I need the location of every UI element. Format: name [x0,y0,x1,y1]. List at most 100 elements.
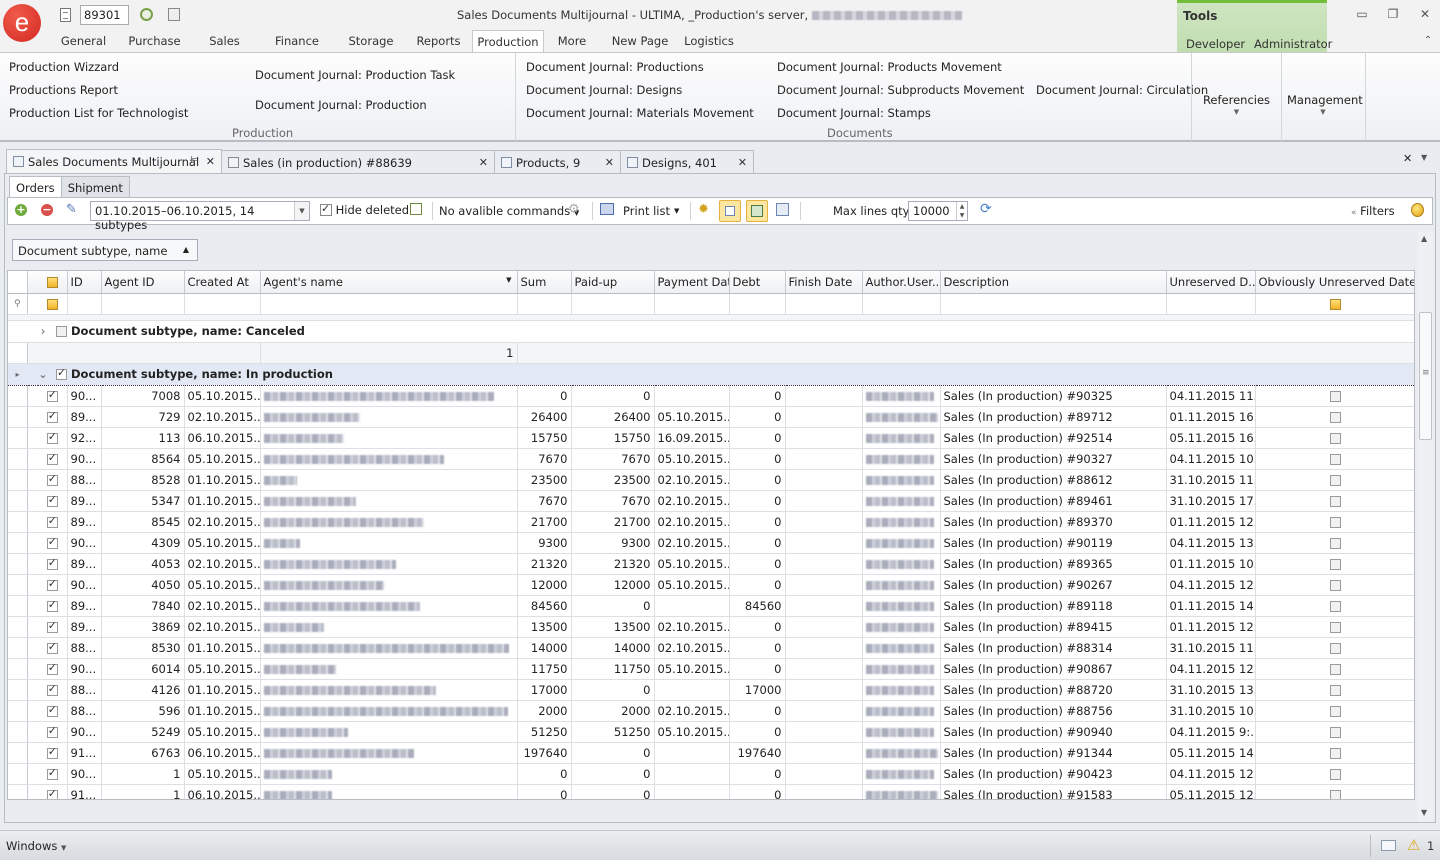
cell-obviously-unreserved[interactable] [1255,406,1414,428]
row-select-checkbox[interactable] [38,532,68,554]
cell-obviously-unreserved[interactable] [1255,532,1414,554]
scroll-down-icon[interactable]: ▼ [1421,808,1427,817]
row-select-checkbox[interactable] [38,448,68,470]
cell-obviously-unreserved[interactable] [1255,637,1414,659]
group-checkbox[interactable] [56,366,67,380]
filter-cell-description[interactable] [940,293,1167,315]
column-header-agents-name[interactable]: Agent's name ▼ [260,271,518,294]
column-header-created-at[interactable]: Created At [184,271,261,294]
table-row[interactable]: 91...676306.10.2015...1976400197640Sales… [8,742,1414,764]
referencies-dropdown[interactable]: Referencies ▼ [1199,93,1274,117]
spin-buttons[interactable]: ▲ ▼ [956,202,967,220]
filter-cell-paid[interactable] [571,293,655,315]
restore-icon[interactable]: ❐ [1386,7,1400,21]
table-row[interactable]: 90...105.10.2015...000Sales (In producti… [8,763,1414,785]
tabs-menu-icon[interactable]: ▼ [1421,153,1427,162]
group-checkbox[interactable] [56,326,67,337]
filter-cell-name[interactable] [260,293,518,315]
history-icon[interactable] [140,8,153,21]
expand-chevron-icon[interactable]: › [30,324,56,338]
select-all-checkbox[interactable] [38,271,68,294]
warning-icon[interactable]: ⚠ [1407,836,1420,854]
row-select-checkbox[interactable] [38,616,68,638]
menu-tab-logistics[interactable]: Logistics [680,30,738,52]
column-header-sum[interactable]: Sum [517,271,572,294]
row-select-checkbox[interactable] [38,679,68,701]
close-all-tabs-icon[interactable]: ✕ [1403,152,1412,165]
close-tab-icon[interactable]: ✕ [206,155,215,168]
print-dropdown-icon[interactable]: ▼ [674,207,679,215]
copy-windows-icon[interactable] [410,203,422,215]
cell-obviously-unreserved[interactable] [1255,553,1414,575]
filter-dropdown-icon[interactable]: ▼ [506,276,511,284]
row-select-checkbox[interactable] [38,721,68,743]
group-by-tag[interactable]: Document subtype, name ▲ [12,239,198,261]
status-bulb-icon[interactable] [1411,203,1424,217]
doc-tab-products[interactable]: Products, 9 ✕ [494,150,621,174]
cell-obviously-unreserved[interactable] [1255,721,1414,743]
column-header-unreserved-date[interactable]: Unreserved D... [1166,271,1256,294]
table-row[interactable]: 89...405302.10.2015...213202132005.10.20… [8,553,1414,575]
journal-production-link[interactable]: Document Journal: Production [255,98,427,112]
table-row[interactable]: 88...59601.10.2015...2000200002.10.2015.… [8,700,1414,722]
management-dropdown[interactable]: Management ▼ [1287,93,1363,117]
doc-tab-designs[interactable]: Designs, 401 ✕ [620,150,754,174]
cell-obviously-unreserved[interactable] [1255,742,1414,764]
column-header-obviously-unreserved-date[interactable]: Obviously Unreserved Date [1255,271,1414,294]
menu-tab-more[interactable]: More [544,30,600,52]
table-row[interactable]: 89...534701.10.2015...7670767002.10.2015… [8,490,1414,512]
row-select-checkbox[interactable] [38,574,68,596]
table-row[interactable]: 89...386902.10.2015...135001350002.10.20… [8,616,1414,638]
cell-obviously-unreserved[interactable] [1255,595,1414,617]
row-select-checkbox[interactable] [38,469,68,491]
group-row-in-production[interactable]: ▸ ⌄ Document subtype, name: In productio… [8,362,1414,386]
edit-pencil-icon[interactable]: ✎ [66,202,77,217]
print-list-button[interactable]: Print list [623,204,670,218]
filter-cell-payment-date[interactable] [654,293,730,315]
scroll-up-icon[interactable]: ▲ [1421,234,1427,243]
cell-obviously-unreserved[interactable] [1255,427,1414,449]
menu-tab-storage[interactable]: Storage [337,30,405,52]
filter-cell-obviously-unreserved[interactable] [1255,293,1414,315]
group-row-canceled[interactable]: › Document subtype, name: Canceled [8,320,1414,343]
row-select-checkbox[interactable] [38,784,68,799]
filter-cell-author[interactable] [862,293,941,315]
windows-menu[interactable]: Windows ▼ [6,839,66,853]
hide-deleted-checkbox[interactable]: Hide deleted [320,202,409,217]
menu-tab-sales[interactable]: Sales [192,30,257,52]
filter-cell-debt[interactable] [729,293,786,315]
doc-tab-multijournal[interactable]: Sales Documents Multijournal ⊨ ✕ [6,149,222,174]
cell-obviously-unreserved[interactable] [1255,679,1414,701]
close-tab-icon[interactable]: ✕ [479,156,488,169]
fit-columns-toggle[interactable] [746,200,768,222]
cell-obviously-unreserved[interactable] [1255,490,1414,512]
max-lines-input[interactable]: 10000 ▲ ▼ [908,201,968,221]
grid-view-toggle[interactable] [719,200,741,222]
layout-icon[interactable] [168,8,180,21]
column-header-agent-id[interactable]: Agent ID [101,271,185,294]
cell-obviously-unreserved[interactable] [1255,658,1414,680]
productions-report-link[interactable]: Productions Report [9,83,118,97]
table-row[interactable]: 88...853001.10.2015...140001400002.10.20… [8,637,1414,659]
filter-checkbox[interactable] [38,293,68,315]
table-row[interactable]: 90...405005.10.2015...120001200005.10.20… [8,574,1414,596]
row-select-checkbox[interactable] [38,763,68,785]
production-list-technologist-link[interactable]: Production List for Technologist [9,106,188,120]
column-header-paid-up[interactable]: Paid-up [571,271,655,294]
row-select-checkbox[interactable] [38,490,68,512]
menu-tab-finance[interactable]: Finance [257,30,337,52]
table-row[interactable]: 89...72902.10.2015...264002640005.10.201… [8,406,1414,428]
table-row[interactable]: 91...106.10.2015...000Sales (In producti… [8,784,1414,799]
close-icon[interactable]: ✕ [1418,7,1432,21]
cell-obviously-unreserved[interactable] [1255,574,1414,596]
row-select-checkbox[interactable] [38,406,68,428]
tab-orders[interactable]: Orders [9,176,62,198]
table-row[interactable]: 90...700805.10.2015...000Sales (In produ… [8,385,1414,407]
collapse-chevron-icon[interactable]: ⌄ [30,367,56,381]
journal-stamps-link[interactable]: Document Journal: Stamps [777,106,931,120]
column-chooser-icon[interactable] [776,203,789,216]
cell-obviously-unreserved[interactable] [1255,784,1414,799]
row-select-checkbox[interactable] [38,385,68,407]
row-select-checkbox[interactable] [38,427,68,449]
menu-tab-administrator[interactable]: Administrator [1254,37,1332,51]
